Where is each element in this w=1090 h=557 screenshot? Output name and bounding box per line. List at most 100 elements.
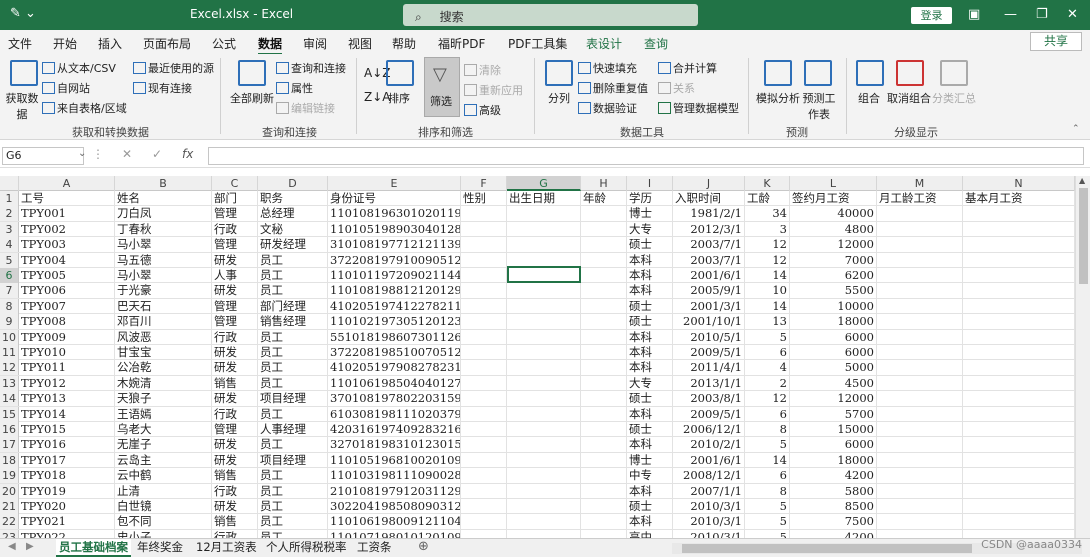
cell[interactable]: 本科 [627,329,673,345]
cell[interactable] [461,375,507,391]
cell[interactable]: 370108197802203159 [328,391,461,407]
cell[interactable]: 风波恶 [115,329,212,345]
cell[interactable]: 博士 [627,452,673,468]
cell[interactable]: TPY013 [19,391,115,407]
cell[interactable]: 员工 [258,514,328,530]
cell[interactable]: 2003/7/1 [673,252,745,268]
sheet-tab[interactable]: 工资条 [354,539,395,557]
cell[interactable] [877,360,963,376]
cell[interactable]: 410205197908278231 [328,360,461,376]
sheet-tab[interactable]: 个人所得税税率 [263,539,350,557]
row-header[interactable]: 19 [0,468,19,484]
cell[interactable]: 110102197305120123 [328,314,461,330]
cell[interactable]: 包不同 [115,514,212,530]
scroll-up-icon[interactable]: ▲ [1079,176,1085,185]
cell[interactable] [877,221,963,237]
column-header-D[interactable]: D [258,176,328,191]
cell[interactable] [963,298,1075,314]
cell[interactable]: 372208197910090512 [328,252,461,268]
cell[interactable]: 销售经理 [258,314,328,330]
column-header-B[interactable]: B [115,176,212,191]
cell[interactable] [877,283,963,299]
row-header[interactable]: 4 [0,237,19,253]
cell[interactable]: 工号 [19,191,115,206]
cell[interactable]: 40000 [790,206,877,222]
cell[interactable]: 110106198504040127 [328,375,461,391]
cell[interactable]: 551018198607301126 [328,329,461,345]
cell[interactable]: 本科 [627,483,673,499]
cell[interactable]: 5 [745,514,790,530]
data-validation-button[interactable]: 数据验证 [578,100,637,116]
cell[interactable] [507,391,581,407]
cell[interactable]: 员工 [258,329,328,345]
cell[interactable] [461,360,507,376]
cell[interactable]: 13 [745,314,790,330]
cell[interactable] [877,514,963,530]
cell[interactable]: 白世镜 [115,499,212,514]
cell[interactable]: 5 [745,499,790,514]
row-header[interactable]: 7 [0,283,19,299]
cell[interactable] [963,483,1075,499]
cell[interactable] [877,268,963,283]
collapse-ribbon-icon[interactable]: ⌃ [1072,124,1080,134]
minimize-icon[interactable]: — [1004,7,1017,22]
ribbon-display-icon[interactable]: ▣ [968,7,980,22]
cell[interactable] [461,406,507,422]
cell[interactable] [877,329,963,345]
sheet-tab[interactable]: 员工基础档案 [56,539,131,557]
cell[interactable]: 2008/12/1 [673,468,745,484]
row-header[interactable]: 16 [0,422,19,437]
cell[interactable] [581,268,627,283]
row-header[interactable]: 1 [0,191,19,206]
cell[interactable]: 巴天石 [115,298,212,314]
cell[interactable] [507,483,581,499]
recent-sources-button[interactable]: 最近使用的源 [133,60,214,76]
cell[interactable]: 行政 [212,529,258,538]
cell[interactable]: 高中 [627,529,673,538]
cell[interactable]: 2012/3/1 [673,221,745,237]
advanced-button[interactable]: 高级 [464,102,501,118]
cell[interactable]: 12 [745,252,790,268]
cell[interactable]: 月工龄工资 [877,191,963,206]
cell[interactable]: TPY020 [19,499,115,514]
cell[interactable]: 4800 [790,221,877,237]
cell[interactable]: TPY017 [19,452,115,468]
column-header-E[interactable]: E [328,176,461,191]
cell[interactable]: 610308198111020379 [328,406,461,422]
cell[interactable] [507,314,581,330]
row-header[interactable]: 12 [0,360,19,376]
cell[interactable] [461,514,507,530]
filter-button[interactable]: ▽ 筛选 [424,57,460,117]
cell[interactable]: 18000 [790,452,877,468]
cell[interactable]: 2010/3/1 [673,499,745,514]
cell[interactable]: 入职时间 [673,191,745,206]
cell[interactable] [581,514,627,530]
cell[interactable]: 2010/5/1 [673,329,745,345]
cell[interactable]: 行政 [212,221,258,237]
row-header[interactable]: 23 [0,529,19,538]
cell[interactable] [461,252,507,268]
cell[interactable]: 6000 [790,345,877,360]
cell[interactable] [461,483,507,499]
row-header[interactable]: 15 [0,406,19,422]
cell[interactable] [507,437,581,453]
share-button[interactable]: 共享 [1030,32,1082,51]
autosave-icon[interactable]: ✎ ⌄ [10,6,36,21]
cancel-icon[interactable]: ✕ [122,147,132,161]
cell[interactable] [461,422,507,437]
cell[interactable] [877,422,963,437]
cell[interactable]: 职务 [258,191,328,206]
cell[interactable] [963,252,1075,268]
cell[interactable]: 6 [745,345,790,360]
cell[interactable]: 本科 [627,283,673,299]
cell[interactable] [581,499,627,514]
cell[interactable]: 本科 [627,437,673,453]
cell[interactable]: TPY019 [19,483,115,499]
cell[interactable] [461,437,507,453]
cell[interactable] [507,283,581,299]
cell[interactable]: 员工 [258,499,328,514]
cell[interactable]: 410205197412278211 [328,298,461,314]
cell[interactable] [877,499,963,514]
cell[interactable]: TPY009 [19,329,115,345]
existing-connections-button[interactable]: 现有连接 [133,80,192,96]
